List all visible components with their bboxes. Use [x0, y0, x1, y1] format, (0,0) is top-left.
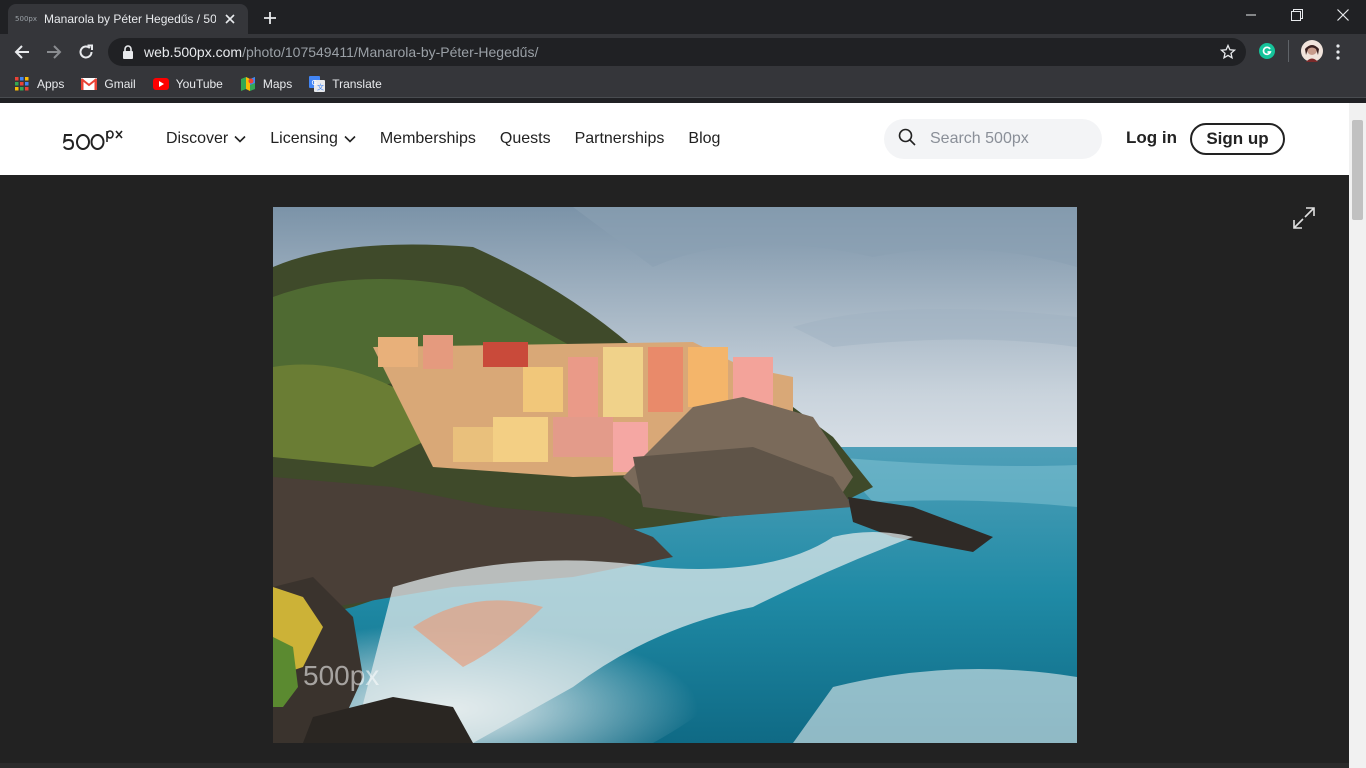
- close-window-button[interactable]: [1320, 0, 1366, 30]
- nav-blog[interactable]: Blog: [688, 130, 720, 148]
- svg-text:文: 文: [317, 82, 324, 91]
- profile-avatar[interactable]: [1301, 40, 1323, 67]
- chevron-down-icon: [234, 130, 246, 148]
- page-scrollbar[interactable]: [1349, 103, 1366, 768]
- search-box[interactable]: [884, 119, 1102, 159]
- main-nav: Discover Licensing Memberships Quests Pa…: [166, 103, 744, 175]
- browser-menu-icon[interactable]: [1336, 44, 1340, 65]
- signup-button[interactable]: Sign up: [1190, 123, 1285, 155]
- login-link[interactable]: Log in: [1126, 128, 1177, 148]
- bookmark-translate[interactable]: G文 Translate: [309, 75, 382, 92]
- apps-grid-icon: [14, 76, 30, 92]
- scrollbar-thumb[interactable]: [1352, 120, 1363, 220]
- browser-tab[interactable]: 500px Manarola by Péter Hegedűs / 500px: [8, 4, 248, 34]
- photo-watermark: 500px: [303, 660, 379, 691]
- nav-label: Blog: [688, 130, 721, 147]
- gmail-icon: [81, 76, 98, 92]
- bookmark-label: Gmail: [104, 76, 136, 91]
- fullscreen-expand-icon[interactable]: [1292, 206, 1316, 235]
- back-button[interactable]: [8, 38, 36, 66]
- main-photo[interactable]: 500px: [273, 207, 1077, 743]
- close-tab-icon[interactable]: [222, 11, 238, 27]
- page-viewport: Discover Licensing Memberships Quests Pa…: [0, 103, 1349, 768]
- site-header: Discover Licensing Memberships Quests Pa…: [0, 103, 1349, 175]
- url-host: web.500px.com: [144, 44, 243, 60]
- nav-label: Discover: [166, 130, 229, 147]
- new-tab-button[interactable]: [258, 6, 282, 30]
- site-favicon-icon: 500px: [15, 15, 37, 23]
- translate-icon: G文: [309, 75, 326, 92]
- nav-memberships[interactable]: Memberships: [380, 130, 476, 148]
- tab-title: Manarola by Péter Hegedűs / 500px: [44, 12, 216, 26]
- nav-label: Licensing: [270, 130, 338, 147]
- bookmark-apps[interactable]: Apps: [14, 76, 64, 92]
- nav-discover[interactable]: Discover: [166, 130, 246, 148]
- bookmark-label: Apps: [37, 76, 65, 91]
- reload-button[interactable]: [72, 38, 100, 66]
- lock-icon: [122, 45, 136, 59]
- nav-label: Partnerships: [574, 130, 665, 147]
- page-bottom-strip: [0, 763, 1349, 768]
- bookmark-label: Maps: [262, 76, 293, 91]
- bookmark-maps[interactable]: Maps: [240, 76, 292, 92]
- bookmark-star-icon[interactable]: [1219, 43, 1237, 63]
- forward-button[interactable]: [40, 38, 68, 66]
- nav-quests[interactable]: Quests: [500, 130, 551, 148]
- chevron-down-icon: [344, 130, 356, 148]
- toolbar-divider: [1288, 40, 1289, 62]
- restore-button[interactable]: [1274, 0, 1320, 30]
- grammarly-extension-icon[interactable]: [1258, 42, 1276, 65]
- search-input[interactable]: [930, 130, 1090, 148]
- bookmark-label: YouTube: [175, 76, 223, 91]
- bookmark-youtube[interactable]: YouTube: [152, 76, 223, 92]
- nav-label: Memberships: [379, 130, 476, 147]
- search-icon: [898, 128, 916, 151]
- nav-label: Quests: [499, 130, 551, 147]
- url-path: /photo/107549411/Manarola-by-Péter-Heged…: [242, 44, 539, 60]
- bookmarks-bar: Apps Gmail YouTube Maps G文 Translate: [0, 70, 1366, 98]
- nav-partnerships[interactable]: Partnerships: [575, 130, 665, 148]
- youtube-icon: [152, 76, 169, 92]
- 500px-logo[interactable]: [62, 127, 137, 158]
- address-bar[interactable]: web.500px.com/photo/107549411/Manarola-b…: [108, 38, 1246, 66]
- bookmark-label: Translate: [332, 76, 382, 91]
- maps-icon: [240, 76, 256, 92]
- bookmark-gmail[interactable]: Gmail: [81, 76, 136, 92]
- browser-toolbar: web.500px.com/photo/107549411/Manarola-b…: [0, 34, 1366, 70]
- nav-licensing[interactable]: Licensing: [270, 130, 356, 148]
- browser-tab-strip: 500px Manarola by Péter Hegedűs / 500px: [0, 0, 1366, 34]
- minimize-button[interactable]: [1228, 0, 1274, 30]
